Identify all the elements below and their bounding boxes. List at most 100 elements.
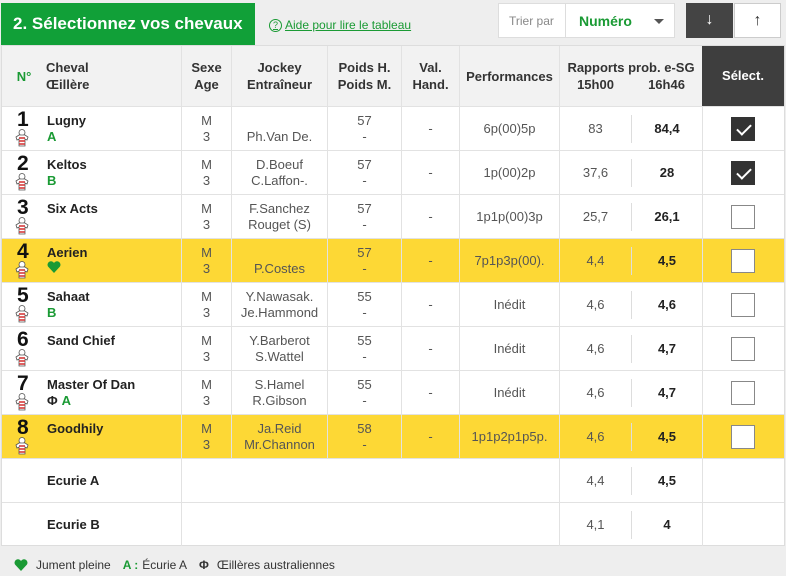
sex: M — [201, 113, 212, 128]
horse-tags — [47, 261, 61, 273]
jockey-trainer: F.Sanchez Rouget (S) — [231, 195, 327, 238]
trainer: S.Wattel — [255, 349, 304, 364]
odds-1646: 84,4 — [631, 115, 702, 143]
weight-h: 57 — [357, 157, 372, 172]
col-odds: Rapports prob. e-SG 15h00 16h46 — [559, 46, 702, 106]
age: 3 — [202, 261, 211, 276]
col-select: Sélect. — [702, 46, 784, 106]
sex-age: M3 — [181, 239, 231, 282]
select-checkbox[interactable] — [731, 205, 755, 229]
sort-descending-button[interactable]: ↓ — [686, 3, 733, 38]
weights: 58- — [327, 415, 401, 458]
table-row: 5 Sahaat B M 3 Y.Nawasak. Je.Hammond 55- - Inédit… — [2, 282, 784, 326]
horse-tags: B — [47, 305, 56, 320]
table-row: 1 Lugny A M 3 Ph.Van De. 57- -6p(00)5p 83 84,4 — [2, 106, 784, 150]
help-link-label: Aide pour lire le tableau — [285, 18, 412, 32]
sex-age: M3 — [181, 327, 231, 370]
select-checkbox[interactable] — [731, 425, 755, 449]
weight-m: - — [362, 173, 367, 188]
heart-icon — [14, 559, 28, 571]
select-checkbox[interactable] — [731, 117, 755, 141]
weights: 57- — [327, 107, 401, 150]
weight-m: - — [362, 217, 367, 232]
horse-name: Master Of Dan — [47, 377, 136, 392]
jersey-icon — [15, 217, 29, 235]
col-horse-line2: Œillère — [46, 77, 90, 92]
odds-1646: 4,5 — [631, 423, 702, 451]
age: 3 — [202, 129, 211, 144]
table-header: N° Cheval Œillère Sexe Age Jockey Entraî… — [2, 46, 784, 106]
sex: M — [201, 201, 212, 216]
ecurie-spacer — [181, 503, 559, 546]
select-checkbox[interactable] — [731, 381, 755, 405]
odds-1646: 28 — [631, 159, 702, 187]
age: 3 — [202, 217, 211, 232]
odds-1500: 4,6 — [559, 371, 631, 414]
stable-letter: B — [47, 305, 57, 320]
page-title: 2. Sélectionnez vos chevaux — [1, 3, 255, 45]
weights: 55- — [327, 371, 401, 414]
col-sex: Sexe Age — [181, 46, 231, 106]
weight-h: 58 — [357, 421, 372, 436]
horse-tags: B — [47, 173, 56, 188]
legend-a-key: A : — [122, 558, 139, 572]
handicap: - — [401, 371, 459, 414]
legend: Jument pleine A : Écurie A Φ Œillères au… — [14, 558, 339, 572]
sort-ascending-button[interactable]: ↑ — [734, 3, 781, 38]
odds-1646: 4,5 — [631, 467, 702, 495]
horse-name: Aerien — [47, 245, 88, 260]
col-performances: Performances — [459, 46, 559, 106]
help-link[interactable]: ? Aide pour lire le tableau — [269, 18, 411, 32]
select-checkbox[interactable] — [731, 249, 755, 273]
odds-1500: 4,4 — [559, 239, 631, 282]
performances: Inédit — [459, 371, 559, 414]
col-weight-line2: Poids M. — [337, 77, 392, 92]
weight-m: - — [362, 437, 367, 452]
horse-name: Keltos — [47, 157, 87, 172]
odds-1646: 4 — [631, 511, 702, 539]
table-row: 8 Goodhily M 3 Ja.Reid Mr.Channon 58- -1p1p2p1p… — [2, 414, 784, 458]
table-row: 3 Six Acts M 3 F.Sanchez Rouget (S) 57- -1p1p(0… — [2, 194, 784, 238]
sex: M — [201, 245, 212, 260]
jockey-trainer: P.Costes — [231, 239, 327, 282]
sort-label: Trier par — [509, 14, 554, 28]
trainer: Rouget (S) — [248, 217, 311, 232]
table-row: 7 Master Of Dan Φ A M 3 S.Hamel R.Gibson 55- - Iné… — [2, 370, 784, 414]
select-checkbox[interactable] — [731, 293, 755, 317]
blinker-icon: Φ — [198, 558, 209, 572]
stable-letter: B — [47, 173, 57, 188]
sex: M — [201, 289, 212, 304]
col-num: N° — [16, 69, 32, 84]
sort-dropdown[interactable]: Trier par Numéro — [498, 3, 675, 38]
col-jockey: Jockey Entraîneur — [231, 46, 327, 106]
age: 3 — [202, 305, 211, 320]
odds-1500: 4,6 — [559, 283, 631, 326]
col-jockey-line2: Entraîneur — [246, 77, 312, 92]
odds-1646: 4,7 — [631, 379, 702, 407]
performances: Inédit — [459, 327, 559, 370]
stable-letter: A — [61, 393, 72, 408]
handicap: - — [401, 415, 459, 458]
age: 3 — [202, 437, 211, 452]
sex-age: M3 — [181, 371, 231, 414]
sex-age: M3 — [181, 107, 231, 150]
select-checkbox[interactable] — [731, 337, 755, 361]
handicap: - — [401, 151, 459, 194]
weight-h: 55 — [357, 289, 372, 304]
trainer: P.Costes — [253, 261, 306, 276]
sort-value: Numéro — [579, 13, 632, 29]
table-row: 6 Sand Chief M 3 Y.Barberot S.Wattel 55- - Inédi… — [2, 326, 784, 370]
horse-name: Sand Chief — [47, 333, 115, 348]
sex: M — [201, 333, 212, 348]
horse-tags: ΦA — [47, 393, 71, 408]
select-checkbox[interactable] — [731, 161, 755, 185]
stable-letter: A — [47, 129, 57, 144]
age: 3 — [202, 349, 211, 364]
horse-name: Six Acts — [47, 201, 98, 216]
help-icon: ? — [269, 18, 282, 32]
jockey-trainer: Y.Barberot S.Wattel — [231, 327, 327, 370]
col-sex-line1: Sexe — [191, 60, 222, 75]
weight-m: - — [362, 349, 367, 364]
weights: 55- — [327, 283, 401, 326]
trainer: Mr.Channon — [244, 437, 315, 452]
